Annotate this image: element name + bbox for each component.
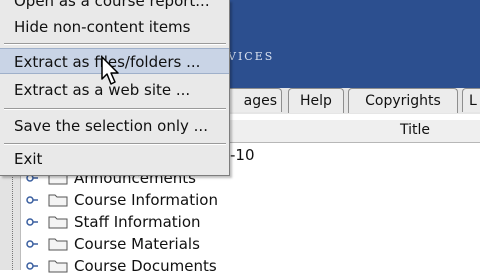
menu-separator [4, 43, 226, 45]
tab-pages[interactable]: ages [226, 88, 282, 112]
folder-icon [48, 238, 68, 251]
tree-connector-line [12, 168, 13, 270]
mouse-pointer-icon [101, 56, 119, 85]
folder-icon [48, 216, 68, 229]
tree-item-label: Course Materials [74, 235, 200, 253]
file-menu-popup: Open as a course report... Hide non-cont… [0, 0, 230, 176]
menu-item-hide-non-content[interactable]: Hide non-content items [0, 14, 229, 40]
expand-handle-icon[interactable] [26, 216, 38, 228]
tree-item[interactable]: Course Information [20, 190, 480, 212]
menu-item-save-selection[interactable]: Save the selection only ... [0, 113, 229, 139]
menu-item-open-report[interactable]: Open as a course report... [0, 0, 229, 14]
tree-item[interactable]: Course Materials [20, 234, 480, 256]
brand-text: VICES [228, 50, 275, 63]
column-title: Title [400, 122, 431, 138]
tab-bar: ages Help Copyrights L [226, 88, 480, 114]
expand-handle-icon[interactable] [26, 194, 38, 206]
tree-item-label: Course Documents [74, 257, 217, 275]
tab-more[interactable]: L [462, 88, 480, 112]
tree-item[interactable]: Course Documents [20, 256, 480, 278]
menu-separator [4, 108, 226, 110]
expand-handle-icon[interactable] [26, 238, 38, 250]
menu-separator [4, 143, 226, 145]
partial-cell-value: -10 [230, 146, 255, 164]
tab-copyrights[interactable]: Copyrights [348, 88, 458, 113]
expand-handle-icon[interactable] [26, 260, 38, 272]
folder-icon [48, 260, 68, 273]
tree-item[interactable]: Staff Information [20, 212, 480, 234]
tree-item-label: Staff Information [74, 213, 201, 231]
folder-icon [48, 194, 68, 207]
tree-item-label: Course Information [74, 191, 218, 209]
tab-help[interactable]: Help [288, 88, 344, 113]
menu-item-exit[interactable]: Exit [0, 146, 229, 172]
content-tree: Announcements Course Information Staff I… [20, 168, 480, 278]
